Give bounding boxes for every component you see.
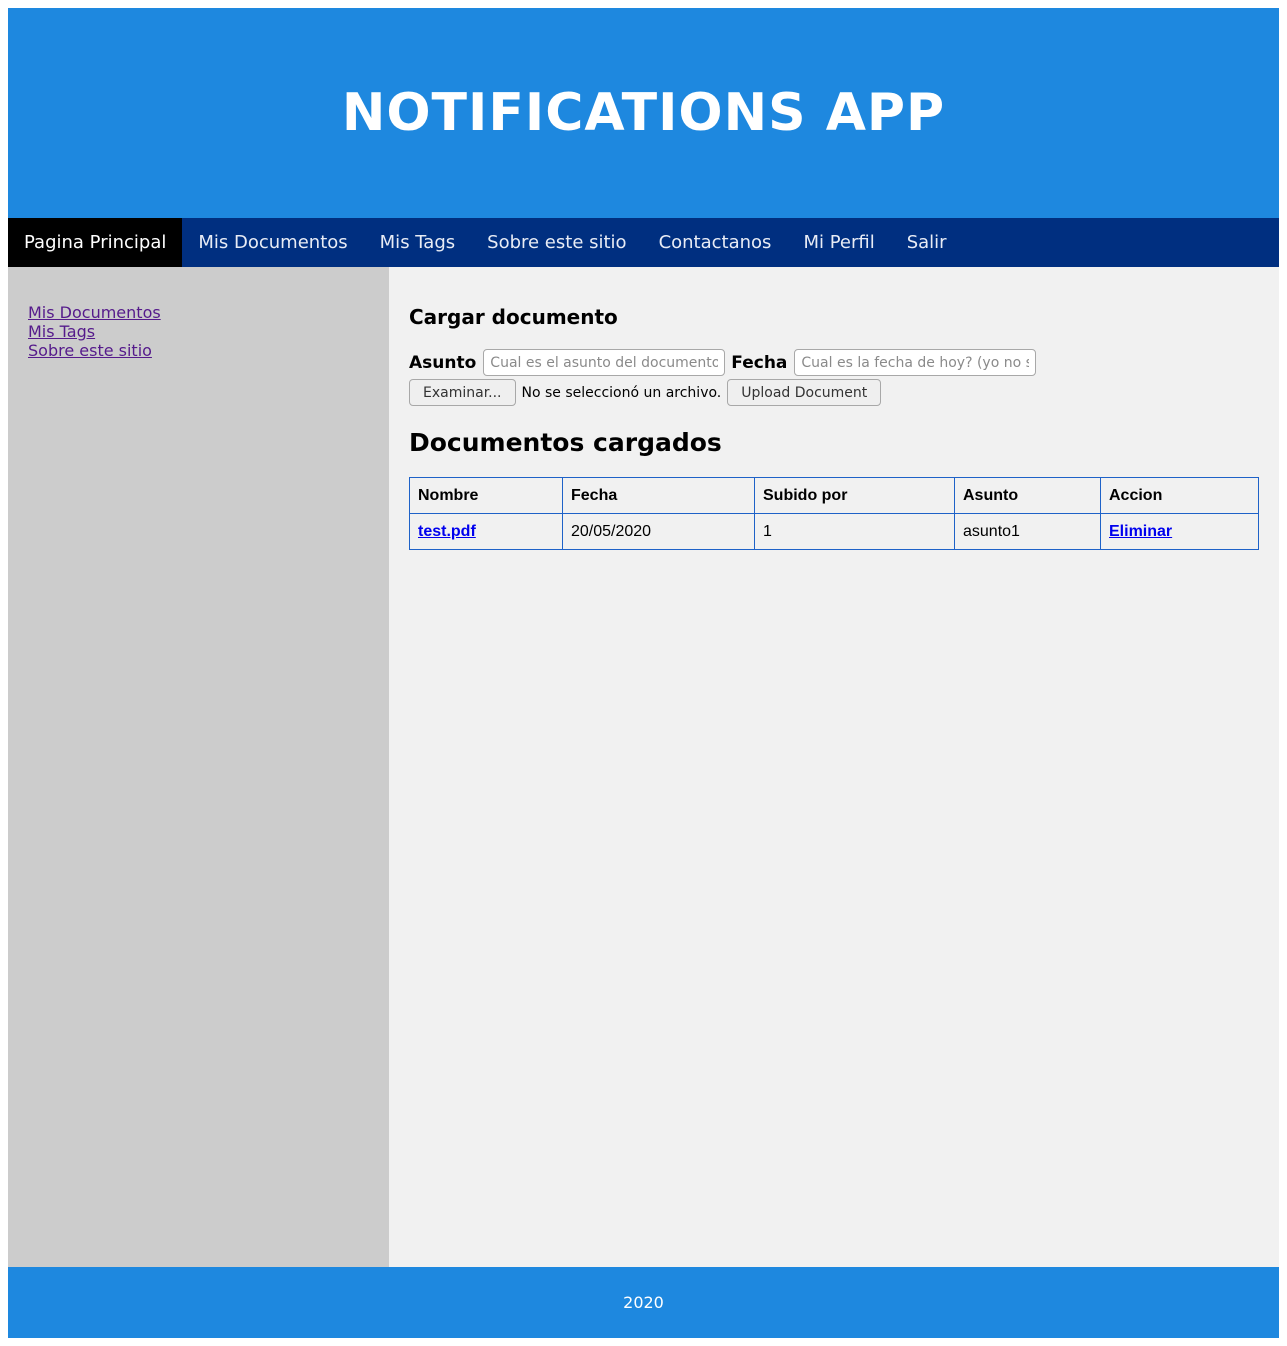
sidebar-link-mis-tags[interactable]: Mis Tags: [28, 322, 369, 341]
nav-item-mis-documentos[interactable]: Mis Documentos: [182, 218, 363, 267]
file-row: Examinar... No se seleccionó un archivo.…: [409, 379, 1259, 406]
delete-link[interactable]: Eliminar: [1109, 523, 1172, 540]
upload-section-title: Cargar documento: [409, 305, 618, 329]
browse-file-button[interactable]: Examinar...: [409, 379, 516, 406]
nav-item-mi-perfil[interactable]: Mi Perfil: [787, 218, 890, 267]
sidebar-link-sobre-este-sitio[interactable]: Sobre este sitio: [28, 341, 369, 360]
sidebar-link-mis-documentos[interactable]: Mis Documentos: [28, 303, 369, 322]
nav-item-pagina-principal[interactable]: Pagina Principal: [8, 218, 183, 267]
cell-accion: Eliminar: [1100, 513, 1259, 550]
upload-document-button[interactable]: Upload Document: [727, 379, 882, 406]
asunto-input[interactable]: [483, 349, 726, 376]
column-header-subido-por: Subido por: [754, 477, 955, 514]
page: NOTIFICATIONS APP Pagina Principal Mis D…: [8, 8, 1279, 1338]
content-area: Mis Documentos Mis Tags Sobre este sitio…: [8, 267, 1279, 1267]
document-link[interactable]: test.pdf: [418, 523, 476, 540]
documents-table: Nombre Fecha Subido por Asunto Accion te…: [409, 477, 1259, 550]
no-file-text: No se seleccionó un archivo.: [521, 384, 722, 401]
column-header-asunto: Asunto: [954, 477, 1101, 514]
fecha-input[interactable]: [794, 349, 1037, 376]
cell-subido-por: 1: [754, 513, 955, 550]
asunto-label: Asunto: [409, 352, 477, 373]
column-header-accion: Accion: [1100, 477, 1259, 514]
table-row: test.pdf 20/05/2020 1 asunto1 Eliminar: [409, 513, 1259, 550]
footer-text: 2020: [623, 1293, 664, 1312]
column-header-fecha: Fecha: [562, 477, 755, 514]
top-nav: Pagina Principal Mis Documentos Mis Tags…: [8, 218, 1279, 267]
footer: 2020: [8, 1267, 1279, 1338]
documents-section-title: Documentos cargados: [409, 428, 722, 457]
cell-nombre: test.pdf: [409, 513, 563, 550]
upload-form-row: Asunto Fecha: [409, 349, 1259, 376]
nav-item-contactanos[interactable]: Contactanos: [643, 218, 788, 267]
main-content: Cargar documento Asunto Fecha Examinar..…: [389, 267, 1279, 1267]
nav-item-salir[interactable]: Salir: [891, 218, 963, 267]
cell-fecha: 20/05/2020: [562, 513, 755, 550]
sidebar: Mis Documentos Mis Tags Sobre este sitio: [8, 267, 389, 1267]
fecha-label: Fecha: [731, 352, 788, 373]
app-header: NOTIFICATIONS APP: [8, 8, 1279, 218]
cell-asunto: asunto1: [954, 513, 1101, 550]
table-header-row: Nombre Fecha Subido por Asunto Accion: [409, 477, 1259, 514]
nav-item-sobre-este-sitio[interactable]: Sobre este sitio: [471, 218, 642, 267]
app-title: NOTIFICATIONS APP: [341, 83, 946, 143]
column-header-nombre: Nombre: [409, 477, 563, 514]
nav-item-mis-tags[interactable]: Mis Tags: [364, 218, 471, 267]
